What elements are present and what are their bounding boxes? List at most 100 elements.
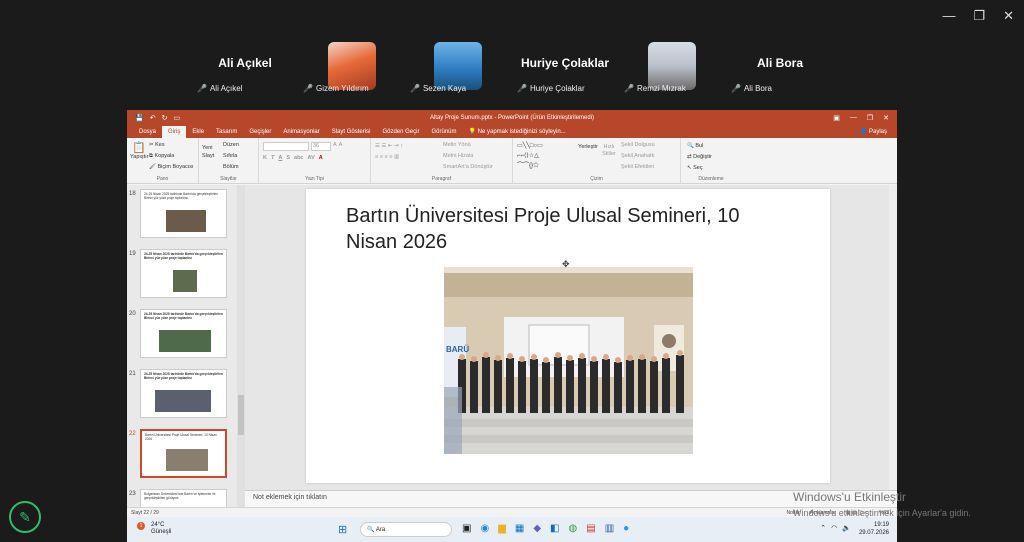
tab-giris[interactable]: Giriş xyxy=(162,126,187,138)
paste-button[interactable]: 📋 Yapıştır xyxy=(130,141,149,160)
weather-widget[interactable]: 24°C Güneşli xyxy=(151,522,171,536)
chrome-icon[interactable]: ◍ xyxy=(569,523,578,534)
font-name-dropdown[interactable] xyxy=(263,142,309,151)
reset-button[interactable]: Sıfırla xyxy=(223,151,239,162)
slide-thumbnail[interactable]: 20 24-25 Nisan 2025 tarihinde Bartın'da … xyxy=(127,309,237,361)
grow-font-icon[interactable]: A xyxy=(333,142,337,151)
section-button[interactable]: Bölüm xyxy=(223,162,239,173)
cut-button[interactable]: ✂ Kes xyxy=(149,140,194,151)
slide-thumbnail[interactable]: 21 24-25 Nisan 2025 tarihinde Bartın'da … xyxy=(127,369,237,421)
font-size-dropdown[interactable]: 36 xyxy=(311,142,331,151)
arrange-button[interactable]: Yerleştir xyxy=(577,144,599,151)
slide-photo[interactable]: BARÜ xyxy=(444,267,693,454)
participant-tile[interactable]: Ali Açıkel xyxy=(200,42,290,70)
spacing-icon[interactable]: AV xyxy=(308,155,315,161)
scissors-icon: ✂ xyxy=(149,142,154,148)
teams-icon[interactable]: ◆ xyxy=(533,523,541,534)
windows-start-icon[interactable]: ⊞ xyxy=(338,523,347,536)
current-slide[interactable]: Bartın Üniversitesi Proje Ulusal Seminer… xyxy=(306,189,830,483)
zoom-icon[interactable]: ● xyxy=(623,523,629,534)
bullets-icon[interactable]: ☰ ☰ ⇤ ⇥ ↕ xyxy=(375,141,403,152)
pen-annotate-button[interactable]: ✎ xyxy=(9,501,41,533)
minimize-button[interactable]: — xyxy=(942,8,955,24)
restore-icon[interactable]: ❐ xyxy=(867,114,873,122)
slide-thumbnail[interactable]: 19 24-25 Nisan 2025 tarihinde Bartın'da … xyxy=(127,249,237,301)
new-slide-button[interactable]: Yeni Slayt xyxy=(202,144,220,160)
shape-outline-button[interactable]: Şekil Anahattı xyxy=(621,151,655,162)
tab-ekle[interactable]: Ekle xyxy=(186,126,210,138)
undo-icon[interactable]: ↶ xyxy=(150,114,156,122)
wifi-icon[interactable]: ◠ xyxy=(831,524,837,532)
strike-icon[interactable]: abc xyxy=(294,155,303,161)
slide-title[interactable]: Bartın Üniversitesi Proje Ulusal Seminer… xyxy=(346,203,786,255)
tab-dosya[interactable]: Dosya xyxy=(133,126,162,138)
minimize-icon[interactable]: — xyxy=(850,114,857,122)
quick-access-toolbar: 💾 ↶ ↻ ▭ xyxy=(135,114,180,122)
participant-tile[interactable] xyxy=(328,42,376,90)
word-icon[interactable]: ▥ xyxy=(605,523,614,534)
thumbnail-scrollbar[interactable] xyxy=(237,185,245,507)
select-button[interactable]: ↖ Seç xyxy=(687,163,737,174)
shrink-font-icon[interactable]: A xyxy=(339,142,343,151)
taskbar-search[interactable]: 🔍 Ara xyxy=(360,522,452,537)
video-thumbnail xyxy=(328,42,376,90)
tab-tasarim[interactable]: Tasarım xyxy=(210,126,243,138)
underline-icon[interactable]: A xyxy=(278,155,282,161)
taskbar: 1 24°C Güneşli ⊞ 🔍 Ara ▣ ◉ ▆ ▦ ◆ ◧ ◍ ▤ ▥ … xyxy=(127,517,897,542)
window-controls: — ❐ ✕ xyxy=(942,8,1014,24)
powerpoint-icon[interactable]: ▤ xyxy=(586,523,595,534)
participant-tile[interactable] xyxy=(648,42,696,90)
pinned-apps: ▣ ◉ ▆ ▦ ◆ ◧ ◍ ▤ ▥ ● xyxy=(462,523,629,534)
tab-animasyonlar[interactable]: Animasyonlar xyxy=(277,126,325,138)
video-thumbnail xyxy=(648,42,696,90)
tell-me-box[interactable]: 💡 Ne yapmak istediğinizi söyleyin... xyxy=(462,126,571,138)
shape-fill-button[interactable]: Şekil Dolgusu xyxy=(621,140,655,151)
edge-icon[interactable]: ◉ xyxy=(480,523,489,534)
shadow-icon[interactable]: S xyxy=(286,155,290,161)
font-color-icon[interactable]: A xyxy=(319,155,323,161)
shape-effects-button[interactable]: Şekil Efektleri xyxy=(621,162,655,173)
close-button[interactable]: ✕ xyxy=(1003,8,1014,24)
slideshow-icon[interactable]: ▭ xyxy=(173,114,180,122)
redo-icon[interactable]: ↻ xyxy=(162,114,168,122)
restore-button[interactable]: ❐ xyxy=(973,8,985,24)
bold-icon[interactable]: K xyxy=(263,155,267,161)
layout-button[interactable]: Düzen xyxy=(223,140,239,151)
tab-gecisler[interactable]: Geçişler xyxy=(243,126,277,138)
tab-gorunum[interactable]: Görünüm xyxy=(425,126,462,138)
participant-tile[interactable]: Ali Bora xyxy=(740,42,820,70)
ribbon-display-icon[interactable]: ▣ xyxy=(833,114,840,122)
align-icons[interactable]: ≡ ≡ ≡ ≡ ▥ xyxy=(375,152,403,163)
chevron-up-icon[interactable]: ⌃ xyxy=(820,524,826,532)
outlook-icon[interactable]: ◧ xyxy=(550,523,559,534)
task-view-icon[interactable]: ▣ xyxy=(462,523,471,534)
volume-icon[interactable]: 🔈 xyxy=(842,524,851,532)
participant-tile[interactable] xyxy=(434,42,482,90)
save-icon[interactable]: 💾 xyxy=(135,114,144,122)
store-icon[interactable]: ▦ xyxy=(515,523,524,534)
close-icon[interactable]: ✕ xyxy=(883,114,889,122)
slide-counter: Slayt 22 / 29 xyxy=(131,509,159,516)
quick-styles-button[interactable]: Hızlı Stiller xyxy=(599,144,619,158)
participant-tile[interactable]: Huriye Çolaklar xyxy=(515,42,615,70)
participant-name: Ali Bora xyxy=(756,56,803,70)
format-painter-button[interactable]: 🖌 Biçim Boyacısı xyxy=(149,162,194,173)
smartart-button[interactable]: SmartArt'a Dönüştür xyxy=(443,162,493,173)
ppt-window-controls: ▣ — ❐ ✕ xyxy=(833,114,889,122)
find-button[interactable]: 🔍 Bul xyxy=(687,141,737,152)
share-button[interactable]: 👤 Paylaş xyxy=(860,126,887,138)
shapes-gallery[interactable]: ▭╲╲□○▭ ⌐⌐⟨⟩☆△ ⌒⌒{}☆ xyxy=(517,141,543,171)
replace-button[interactable]: ⇄ Değiştir xyxy=(687,152,737,163)
align-text-button[interactable]: Metni Hizala xyxy=(443,151,493,162)
explorer-icon[interactable]: ▆ xyxy=(498,523,506,534)
slide-thumbnail[interactable]: 22 Bartın Üniversitesi Proje Ulusal Semi… xyxy=(127,429,237,481)
tab-gozden-gecir[interactable]: Gözden Geçir xyxy=(376,126,425,138)
slide-thumbnail[interactable]: 23 Bulgaristan Üniversitesi'nde Bartın v… xyxy=(127,489,237,507)
slide-thumbnail[interactable]: 18 24-25 Nisan 2025 tarihinde Bartın'da … xyxy=(127,189,237,241)
copy-button[interactable]: ⧉ Kopyala xyxy=(149,151,194,162)
system-clock[interactable]: 19:19 29.07.2026 xyxy=(859,521,889,537)
italic-icon[interactable]: T xyxy=(271,155,274,161)
text-direction-button[interactable]: Metin Yönü xyxy=(443,140,493,151)
editor-scrollbar[interactable] xyxy=(889,185,897,490)
tab-slayt-gosterisi[interactable]: Slayt Gösterisi xyxy=(326,126,377,138)
